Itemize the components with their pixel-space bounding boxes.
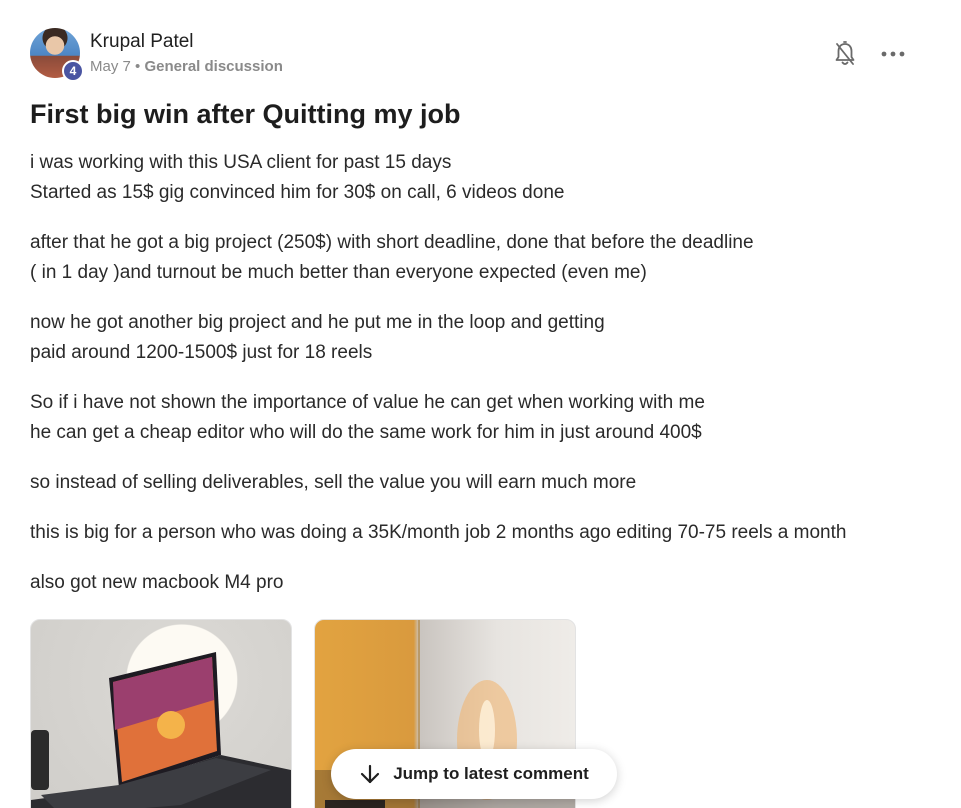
post-date: May 7 (90, 58, 131, 75)
body-line: after that he got a big project (250$) w… (30, 232, 754, 253)
body-line: Started as 15$ gig convinced him for 30$… (30, 182, 565, 203)
post-actions (832, 40, 906, 68)
post-title: First big win after Quitting my job (30, 99, 461, 129)
paragraph: now he got another big project and he pu… (30, 308, 930, 368)
more-horizontal-icon (881, 51, 905, 57)
body-line: paid around 1200-1500$ just for 18 reels (30, 342, 373, 363)
paragraph: i was working with this USA client for p… (30, 148, 930, 208)
body-line: he can get a cheap editor who will do th… (30, 422, 702, 443)
post-body: i was working with this USA client for p… (30, 148, 930, 618)
paragraph: so instead of selling deliverables, sell… (30, 468, 930, 498)
meta-separator: • (135, 58, 141, 75)
body-line: i was working with this USA client for p… (30, 152, 452, 173)
body-line: also got new macbook M4 pro (30, 572, 284, 593)
post-card: 4 Krupal Patel May 7 • General discussio… (0, 0, 961, 808)
author-avatar-wrap[interactable]: 4 (30, 28, 84, 82)
level-badge: 4 (62, 60, 84, 82)
author-name[interactable]: Krupal Patel (90, 31, 283, 53)
laptop-illustration (31, 652, 291, 808)
jump-button-label: Jump to latest comment (393, 764, 589, 783)
jump-to-latest-comment-button[interactable]: Jump to latest comment (331, 749, 617, 799)
bell-off-icon (835, 41, 855, 65)
paragraph: after that he got a big project (250$) w… (30, 228, 930, 288)
more-options-button[interactable] (880, 40, 906, 68)
notifications-button[interactable] (832, 40, 858, 68)
post-subline: May 7 • General discussion (90, 58, 283, 76)
post-header: 4 Krupal Patel May 7 • General discussio… (30, 28, 283, 82)
category-link[interactable]: General discussion (144, 58, 282, 75)
body-line: now he got another big project and he pu… (30, 312, 605, 333)
paragraph: also got new macbook M4 pro (30, 568, 930, 598)
body-line: So if i have not shown the importance of… (30, 392, 705, 413)
post-meta: Krupal Patel May 7 • General discussion (90, 31, 283, 76)
paragraph: So if i have not shown the importance of… (30, 388, 930, 448)
body-line: so instead of selling deliverables, sell… (30, 472, 637, 493)
paragraph: this is big for a person who was doing a… (30, 518, 930, 548)
body-line: ( in 1 day )and turnout be much better t… (30, 262, 647, 283)
body-line: this is big for a person who was doing a… (30, 522, 847, 543)
arrow-down-icon (359, 763, 381, 785)
laptop-photo[interactable] (30, 619, 292, 808)
